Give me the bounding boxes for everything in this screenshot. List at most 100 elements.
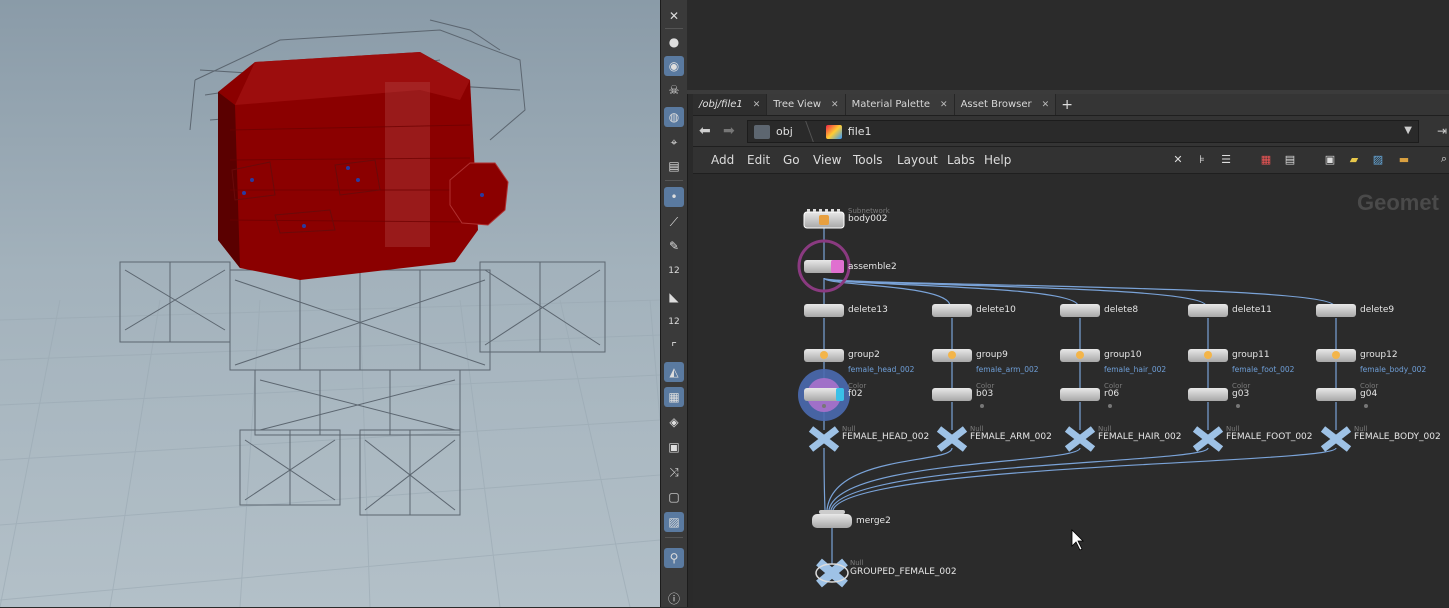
close-icon[interactable]: ✕	[831, 100, 839, 110]
graph-icon[interactable]: ⤨	[664, 462, 684, 482]
3d-viewport[interactable]	[0, 0, 660, 607]
number-icon[interactable]: 12	[664, 312, 684, 332]
node-group-name: female_arm_002	[976, 365, 1039, 374]
node-label-delete[interactable]: delete8	[1104, 305, 1138, 315]
node-label-color[interactable]: r06	[1104, 389, 1119, 399]
node-label-color[interactable]: g03	[1232, 389, 1249, 399]
network-menu-bar: Add Edit Go View Tools Layout Labs Help …	[693, 147, 1449, 174]
camera-icon[interactable]: ◍	[664, 107, 684, 127]
pen-icon[interactable]: ✎	[664, 236, 684, 256]
add-tab-icon[interactable]: +	[1056, 94, 1078, 115]
menu-help[interactable]: Help	[984, 153, 1011, 167]
close-icon[interactable]: ✕	[1042, 100, 1050, 110]
cube-icon[interactable]: ▣	[664, 437, 684, 457]
search-icon[interactable]: ⌕	[1437, 152, 1449, 166]
menu-layout[interactable]: Layout	[897, 153, 938, 167]
light-icon[interactable]: ◉	[664, 56, 684, 76]
chevron-down-icon[interactable]: ▼	[1404, 125, 1412, 136]
node-label-group[interactable]: group11	[1232, 350, 1270, 360]
checker-icon[interactable]: ▦	[664, 387, 684, 407]
network-icon	[754, 124, 770, 139]
dot-icon[interactable]: •	[664, 187, 684, 207]
node-label-delete[interactable]: delete9	[1360, 305, 1394, 315]
background-image-icon[interactable]: ▨	[1371, 152, 1385, 166]
node-merge2	[812, 510, 852, 528]
close-icon[interactable]: ✕	[664, 6, 684, 26]
sticky-note-icon[interactable]: ▰	[1347, 152, 1361, 166]
close-icon[interactable]: ✕	[940, 100, 948, 110]
node-label-null[interactable]: FEMALE_ARM_002	[970, 432, 1052, 442]
table-icon[interactable]: ▤	[1283, 152, 1297, 166]
node-group-name: female_foot_002	[1232, 365, 1295, 374]
network-editor[interactable]: Geomet Subnetwork body002 assemble2 dele…	[693, 174, 1449, 607]
frame-icon[interactable]: ▢	[664, 487, 684, 507]
crumb-obj[interactable]: obj	[748, 124, 793, 139]
sphere-icon[interactable]: ●	[664, 32, 684, 52]
node-label-delete[interactable]: delete10	[976, 305, 1016, 315]
node-label-color[interactable]: b03	[976, 389, 993, 399]
group-nodes	[804, 349, 1356, 362]
eraser-icon[interactable]: ◣	[664, 287, 684, 307]
node-label-color[interactable]: g04	[1360, 389, 1377, 399]
path-field[interactable]: obj file1 ▼	[747, 120, 1419, 143]
menu-add[interactable]: Add	[711, 153, 734, 167]
node-label-delete[interactable]: delete11	[1232, 305, 1272, 315]
pin-icon[interactable]: ⇥	[1437, 124, 1447, 138]
node-label-null[interactable]: FEMALE_HEAD_002	[842, 432, 929, 442]
view-icon[interactable]: ▤	[664, 156, 684, 176]
color-grid-icon[interactable]: ▦	[1259, 152, 1273, 166]
forward-arrow-icon[interactable]: ➡	[723, 123, 735, 139]
brush-icon[interactable]: ⟋	[664, 212, 684, 232]
network-box-icon[interactable]: ▬	[1397, 152, 1411, 166]
image-icon[interactable]: ▨	[664, 512, 684, 532]
floor-grid	[0, 299, 660, 607]
node-label-group[interactable]: group9	[976, 350, 1008, 360]
node-label-null[interactable]: FEMALE_HAIR_002	[1098, 432, 1182, 442]
crumb-separator	[796, 121, 814, 142]
upper-pane	[687, 0, 1449, 92]
layer-icon[interactable]: ◈	[664, 412, 684, 432]
close-icon[interactable]: ✕	[753, 100, 761, 110]
node-label-assemble2[interactable]: assemble2	[848, 262, 897, 272]
menu-view[interactable]: View	[813, 153, 841, 167]
number-icon[interactable]: 12	[664, 261, 684, 281]
node-label-null[interactable]: FEMALE_FOOT_002	[1226, 432, 1313, 442]
skull-icon[interactable]: ☠	[664, 80, 684, 100]
node-label-group[interactable]: group2	[848, 350, 880, 360]
tab-material-palette[interactable]: Material Palette ✕	[845, 94, 955, 115]
color-nodes	[798, 369, 1368, 421]
corner-icon[interactable]: ⌜	[664, 337, 684, 357]
tree-icon[interactable]: ⊧	[1195, 152, 1209, 166]
node-label-group[interactable]: group12	[1360, 350, 1398, 360]
image-icon[interactable]: ▣	[1323, 152, 1337, 166]
crumb-file1[interactable]: file1	[820, 124, 872, 139]
menu-go[interactable]: Go	[783, 153, 800, 167]
pin-icon[interactable]: ⚲	[664, 548, 684, 568]
node-label-null[interactable]: FEMALE_BODY_002	[1354, 432, 1441, 442]
node-group-name: female_head_002	[848, 365, 915, 374]
back-arrow-icon[interactable]: ⬅	[699, 123, 711, 139]
menu-edit[interactable]: Edit	[747, 153, 770, 167]
list-icon[interactable]: ☰	[1219, 152, 1233, 166]
node-body002	[803, 209, 845, 229]
node-label-merge[interactable]: merge2	[856, 516, 891, 526]
node-type-label: Null	[850, 559, 864, 567]
viewport-scene	[0, 19, 660, 607]
mouse-cursor	[1071, 529, 1084, 551]
tab-tree-view[interactable]: Tree View ✕	[767, 94, 846, 115]
node-label-delete[interactable]: delete13	[848, 305, 888, 315]
tab-asset-browser[interactable]: Asset Browser ✕	[954, 94, 1057, 115]
menu-labs[interactable]: Labs	[947, 153, 975, 167]
triangle-icon[interactable]: ◭	[664, 362, 684, 382]
wrench-icon[interactable]: ✕	[1171, 152, 1185, 166]
node-label-output[interactable]: GROUPED_FEMALE_002	[850, 567, 957, 577]
info-icon[interactable]: ⓘ	[664, 588, 684, 608]
node-label-body002[interactable]: body002	[848, 214, 887, 224]
menu-tools[interactable]: Tools	[853, 153, 883, 167]
node-grouped-female	[815, 558, 849, 588]
node-label-group[interactable]: group10	[1104, 350, 1142, 360]
tab-obj-file1[interactable]: /obj/file1 ✕	[693, 94, 768, 115]
path-bar: ⬅ ➡ obj file1 ▼ ⇥	[693, 116, 1449, 147]
node-label-color[interactable]: f02	[848, 389, 863, 399]
select-icon[interactable]: ⌖	[664, 132, 684, 152]
